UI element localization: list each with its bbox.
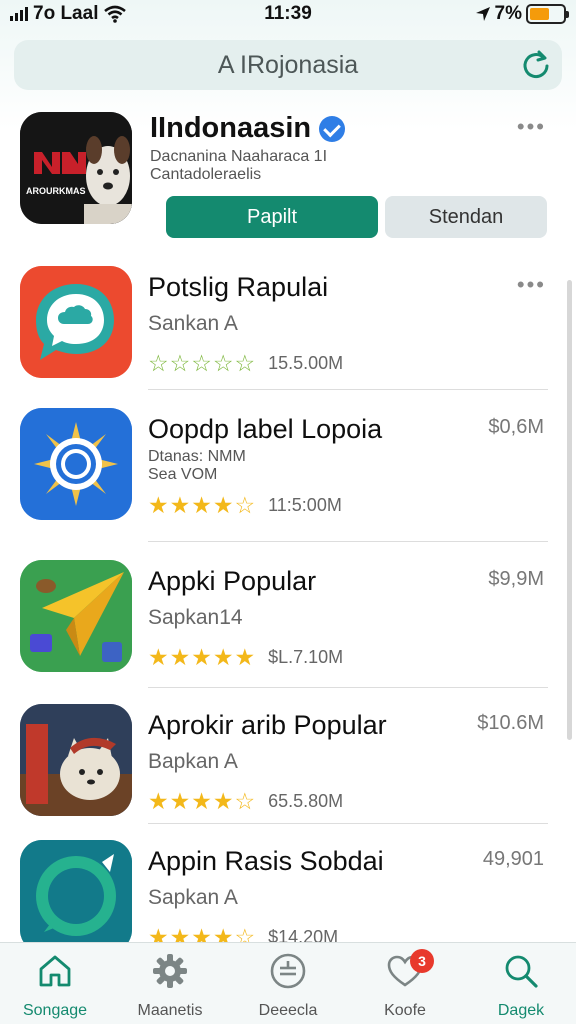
list-item[interactable]: Potslig Rapulai ••• Sankan A ☆☆☆☆☆ 15.5.… <box>0 262 576 402</box>
leaf-app-icon[interactable] <box>20 840 132 952</box>
app-subtitle-line1: Dtanas: NMM <box>148 448 246 465</box>
app-title[interactable]: Aprokir arib Popular <box>148 710 387 741</box>
app-price: 49,901 <box>482 848 544 870</box>
tab-label: Dagek <box>497 1002 545 1019</box>
tab-label: Deeecla <box>258 1002 318 1019</box>
battery-icon <box>526 4 569 24</box>
leaf-bubble-icon <box>20 840 132 952</box>
primary-action-button[interactable]: Papilt <box>166 196 378 238</box>
star-rating-icon: ☆☆☆☆☆ <box>148 350 257 376</box>
status-bar: 7o Laal 11:39 7% <box>0 0 576 30</box>
app-rating: ★★★★☆ 11:5:00M <box>148 492 342 519</box>
search-bar[interactable]: A IRojonasia <box>14 40 562 90</box>
tab-settings[interactable]: Maanetis <box>115 951 225 1020</box>
featured-app-icon[interactable]: AROURKMAS <box>20 112 132 224</box>
app-title[interactable]: Appki Popular <box>148 566 316 597</box>
paper-plane-icon <box>20 560 132 672</box>
star-rating-icon: ★★★★★ <box>148 644 257 670</box>
app-subtitle: Bapkan A <box>148 750 238 773</box>
tab-label: Songage <box>22 1002 88 1019</box>
more-options-icon[interactable]: ••• <box>517 272 546 298</box>
star-rating-icon: ★★★★☆ <box>148 492 257 518</box>
featured-app: AROURKMAS IIndonaasin ••• Dacnanina Naah… <box>0 104 576 252</box>
app-subtitle: Sankan A <box>148 312 238 335</box>
app-title[interactable]: Potslig Rapulai <box>148 272 328 303</box>
home-icon <box>39 955 71 987</box>
tab-favorites[interactable]: 3 Koofe <box>350 949 460 1020</box>
divider <box>148 389 548 390</box>
chat-bubble-icon <box>20 266 132 378</box>
app-subtitle: Sapkan A <box>148 886 238 909</box>
download-count: 11:5:00M <box>268 495 342 515</box>
gear-icon <box>153 954 187 988</box>
dog-logo-icon <box>20 112 132 224</box>
app-price: $9,9M <box>488 568 544 590</box>
list-item[interactable]: Appki Popular $9,9M Sapkan14 ★★★★★ $L.7.… <box>0 556 576 696</box>
sun-circle-icon <box>20 408 132 520</box>
download-count: 65.5.80M <box>268 791 344 811</box>
sun-app-icon[interactable] <box>20 408 132 520</box>
chat-app-icon[interactable] <box>20 266 132 378</box>
app-price: $0,6M <box>488 416 544 438</box>
cat-character-icon <box>20 704 132 816</box>
app-title[interactable]: Appin Rasis Sobdai <box>148 846 384 877</box>
status-right: 7% <box>475 3 569 25</box>
location-icon <box>475 7 490 21</box>
tab-search[interactable]: Dagek <box>466 951 576 1020</box>
featured-icon-text: AROURKMAS <box>26 186 86 196</box>
app-subtitle-line2: Sea VOM <box>148 466 218 483</box>
scrollbar[interactable] <box>567 280 572 740</box>
list-circle-icon <box>270 953 306 989</box>
list-item[interactable]: Aprokir arib Popular $10.6M Bapkan A ★★★… <box>0 700 576 840</box>
app-rating: ★★★★★ $L.7.10M <box>148 644 343 671</box>
download-count: $L.7.10M <box>268 647 344 667</box>
featured-subtitle: Dacnanina Naaharaca 1I Cantadoleraelis <box>150 148 327 184</box>
app-title[interactable]: Oopdp label Lopoia <box>148 414 382 445</box>
notification-badge: 3 <box>410 949 434 973</box>
tab-details[interactable]: Deeecla <box>233 951 343 1020</box>
divider <box>148 687 548 688</box>
tab-label: Koofe <box>384 1002 426 1019</box>
app-rating: ★★★★☆ 65.5.80M <box>148 788 343 815</box>
star-rating-icon: ★★★★☆ <box>148 788 257 814</box>
divider <box>148 823 548 824</box>
featured-subtitle-line1: Dacnanina Naaharaca 1I <box>150 148 328 165</box>
app-price: $10.6M <box>477 712 544 734</box>
search-label: A IRojonasia <box>217 51 359 79</box>
app-rating: ☆☆☆☆☆ 15.5.00M <box>148 350 343 377</box>
search-icon <box>505 955 538 988</box>
featured-title-row: IIndonaasin <box>150 112 346 145</box>
app-subtitle: Sapkan14 <box>148 606 243 629</box>
download-count: 15.5.00M <box>268 353 344 373</box>
tab-bar: Songage Maanetis Deeecla 3 Koofe Dagek <box>0 942 576 1024</box>
featured-title[interactable]: IIndonaasin <box>150 112 311 145</box>
more-options-icon[interactable]: ••• <box>517 114 546 140</box>
tab-home[interactable]: Songage <box>0 951 110 1020</box>
tab-label: Maanetis <box>137 1002 203 1019</box>
secondary-action-button[interactable]: Stendan <box>385 196 547 238</box>
verified-badge-icon <box>319 115 346 142</box>
list-item[interactable]: Oopdp label Lopoia $0,6M Dtanas: NMM Sea… <box>0 404 576 544</box>
divider <box>148 541 548 542</box>
refresh-icon[interactable] <box>520 48 552 80</box>
game-app-icon[interactable] <box>20 704 132 816</box>
paper-plane-app-icon[interactable] <box>20 560 132 672</box>
featured-subtitle-line2: Cantadoleraelis <box>150 166 262 183</box>
battery-percent: 7% <box>494 3 522 24</box>
battery-fill <box>530 8 550 20</box>
app-subtitle: Dtanas: NMM Sea VOM <box>148 448 246 484</box>
